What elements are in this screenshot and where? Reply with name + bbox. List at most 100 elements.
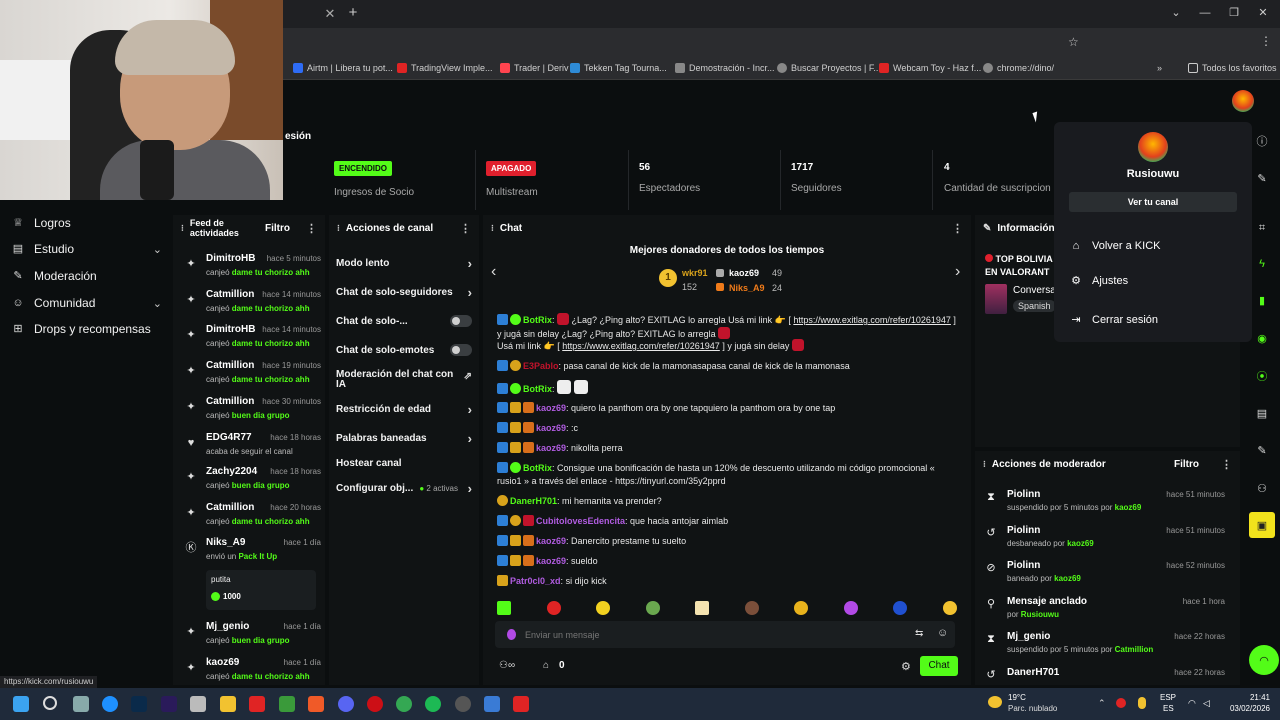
- emote-icon[interactable]: [893, 601, 908, 615]
- microphone-icon[interactable]: [1138, 697, 1146, 709]
- logout-item[interactable]: ⇥ Cerrar sesión: [1070, 314, 1158, 326]
- translate-icon[interactable]: ⇆: [915, 628, 923, 639]
- action-restriccion-edad[interactable]: Restricción de edad ›: [336, 402, 472, 417]
- bookmark-item[interactable]: Webcam Toy - Haz f...: [879, 60, 981, 76]
- chat-link[interactable]: https://www.exitlag.com/refer/10261947: [562, 341, 720, 351]
- sidebar-item-drops[interactable]: ⊞ Drops y recompensas: [12, 322, 162, 336]
- drag-handle-icon[interactable]: ⁝: [337, 223, 340, 234]
- more-options-icon[interactable]: ⋮: [460, 222, 471, 235]
- settings-item[interactable]: ⚙ Ajustes: [1070, 275, 1128, 287]
- more-options-icon[interactable]: ⋮: [1221, 458, 1232, 471]
- emote-icon[interactable]: [645, 601, 660, 615]
- tray-overflow-icon[interactable]: ⌃: [1098, 698, 1106, 709]
- chat-username[interactable]: kaoz69: [536, 423, 566, 433]
- chat-username[interactable]: CubitolovesEdencita: [536, 516, 625, 526]
- bookmark-item[interactable]: chrome://dino/: [983, 60, 1054, 76]
- spotify-icon[interactable]: [425, 696, 441, 712]
- sidebar-item-comunidad[interactable]: ☺ Comunidad ⌄: [12, 296, 162, 310]
- language-indicator[interactable]: ESP: [1160, 693, 1176, 702]
- filter-button[interactable]: Filtro: [265, 223, 290, 234]
- edge-icon[interactable]: [102, 696, 118, 712]
- bookmark-item[interactable]: Airtm | Libera tu pot...: [293, 60, 393, 76]
- feed-user[interactable]: Mj_genio: [206, 621, 249, 632]
- send-chat-button[interactable]: Chat: [920, 656, 958, 676]
- community-icon[interactable]: ⚇: [1249, 475, 1275, 501]
- mod-action-by[interactable]: Catmillion: [1115, 645, 1154, 654]
- chat-username[interactable]: kaoz69: [536, 536, 566, 546]
- drag-handle-icon[interactable]: ⁝: [983, 459, 986, 470]
- broadcast-icon[interactable]: ⦿: [1249, 363, 1275, 389]
- drag-handle-icon[interactable]: ⁝: [181, 223, 184, 234]
- more-options-icon[interactable]: ⋮: [306, 222, 317, 235]
- stats-icon[interactable]: ▮: [1249, 287, 1275, 313]
- chat-username[interactable]: BotRix: [523, 315, 552, 325]
- chevron-right-icon[interactable]: ›: [955, 263, 960, 281]
- tab-close-icon[interactable]: ✕: [322, 6, 338, 22]
- brave-icon[interactable]: [308, 696, 324, 712]
- chat-username[interactable]: E3Pablo: [523, 361, 559, 371]
- action-solo-seguidores[interactable]: Chat de solo-seguidores ›: [336, 285, 472, 300]
- camera-icon[interactable]: ⌗: [1249, 215, 1275, 241]
- chat-username[interactable]: kaoz69: [536, 443, 566, 453]
- chat-username[interactable]: Patr0cl0_xd: [510, 576, 561, 586]
- more-options-icon[interactable]: ⋮: [952, 222, 963, 235]
- emote-icon[interactable]: [695, 601, 710, 615]
- feed-user[interactable]: DimitroHB: [206, 253, 255, 264]
- chat-username[interactable]: BotRix: [523, 384, 552, 394]
- support-headset-icon[interactable]: ◠: [1249, 645, 1279, 675]
- tab-search-icon[interactable]: ⌄: [1164, 4, 1188, 22]
- search-icon[interactable]: [43, 696, 57, 710]
- info-icon[interactable]: ⓘ: [1249, 128, 1275, 154]
- emote-icon[interactable]: [744, 601, 759, 615]
- app-icon[interactable]: [513, 696, 529, 712]
- feed-user[interactable]: EDG4R77: [206, 432, 252, 443]
- mod-action-target[interactable]: Piolinn: [1007, 489, 1040, 500]
- mod-action-target[interactable]: Mensaje anclado: [1007, 596, 1087, 607]
- discord-icon[interactable]: [338, 696, 354, 712]
- bookmark-item[interactable]: Buscar Proyectos | F...: [777, 60, 881, 76]
- chat-username[interactable]: kaoz69: [536, 556, 566, 566]
- mod-action-target[interactable]: Mj_genio: [1007, 631, 1050, 642]
- emote-icon[interactable]: [546, 601, 561, 615]
- filter-button[interactable]: Filtro: [1174, 459, 1199, 470]
- window-maximize-icon[interactable]: ❐: [1222, 4, 1246, 22]
- mod-action-by[interactable]: Rusiouwu: [1021, 610, 1059, 619]
- view-channel-button[interactable]: Ver tu canal: [1069, 192, 1237, 212]
- bookmark-item[interactable]: TradingView Imple...: [397, 60, 493, 76]
- window-close-icon[interactable]: ✕: [1251, 4, 1275, 22]
- community-icon[interactable]: ⚇∞: [499, 660, 515, 671]
- file-explorer-icon[interactable]: [220, 696, 236, 712]
- action-configurar-objetivos[interactable]: Configurar obj... ● 2 activas ›: [336, 481, 472, 496]
- sidebar-item-logros[interactable]: ♕ Logros: [12, 216, 162, 230]
- bookmarks-overflow-icon[interactable]: »: [1157, 60, 1162, 76]
- feed-user[interactable]: Catmillion: [206, 289, 254, 300]
- emote-icon[interactable]: [843, 601, 858, 615]
- settings-gear-icon[interactable]: ⚙: [901, 660, 911, 673]
- app-icon[interactable]: [249, 696, 265, 712]
- tools-icon[interactable]: ✎: [1249, 437, 1275, 463]
- emote-icon[interactable]: [596, 601, 611, 615]
- windows-start-icon[interactable]: [13, 696, 29, 712]
- bookmark-item[interactable]: Demostración - Incr...: [675, 60, 775, 76]
- browser-menu-icon[interactable]: ⋮: [1260, 34, 1272, 48]
- bookmark-star-icon[interactable]: ☆: [1068, 35, 1079, 49]
- user-avatar[interactable]: [1232, 90, 1254, 112]
- mod-action-target[interactable]: Piolinn: [1007, 525, 1040, 536]
- gift-box-icon[interactable]: ▣: [1249, 512, 1275, 538]
- task-view-icon[interactable]: [73, 696, 89, 712]
- toggle-switch[interactable]: [450, 344, 472, 356]
- photoshop-icon[interactable]: [131, 696, 147, 712]
- chat-link[interactable]: https://www.exitlag.com/refer/10261947: [793, 315, 951, 325]
- clock-time[interactable]: 21:41: [1226, 693, 1270, 702]
- mod-action-by[interactable]: kaoz69: [1115, 503, 1142, 512]
- tray-app-icon[interactable]: [1116, 698, 1126, 708]
- chat-username[interactable]: BotRix: [523, 463, 552, 473]
- clock-date[interactable]: 03/02/2026: [1220, 704, 1270, 713]
- sidebar-item-moderacion[interactable]: ✎ Moderación: [12, 269, 162, 283]
- category-name[interactable]: Conversa: [1013, 285, 1056, 296]
- chevron-left-icon[interactable]: ‹: [491, 263, 496, 281]
- action-modo-lento[interactable]: Modo lento ›: [336, 256, 472, 271]
- mod-action-by[interactable]: kaoz69: [1054, 574, 1081, 583]
- action-moderacion-ia[interactable]: Moderación del chat con IA ⇗: [336, 370, 472, 390]
- emote-icon[interactable]: [794, 601, 809, 615]
